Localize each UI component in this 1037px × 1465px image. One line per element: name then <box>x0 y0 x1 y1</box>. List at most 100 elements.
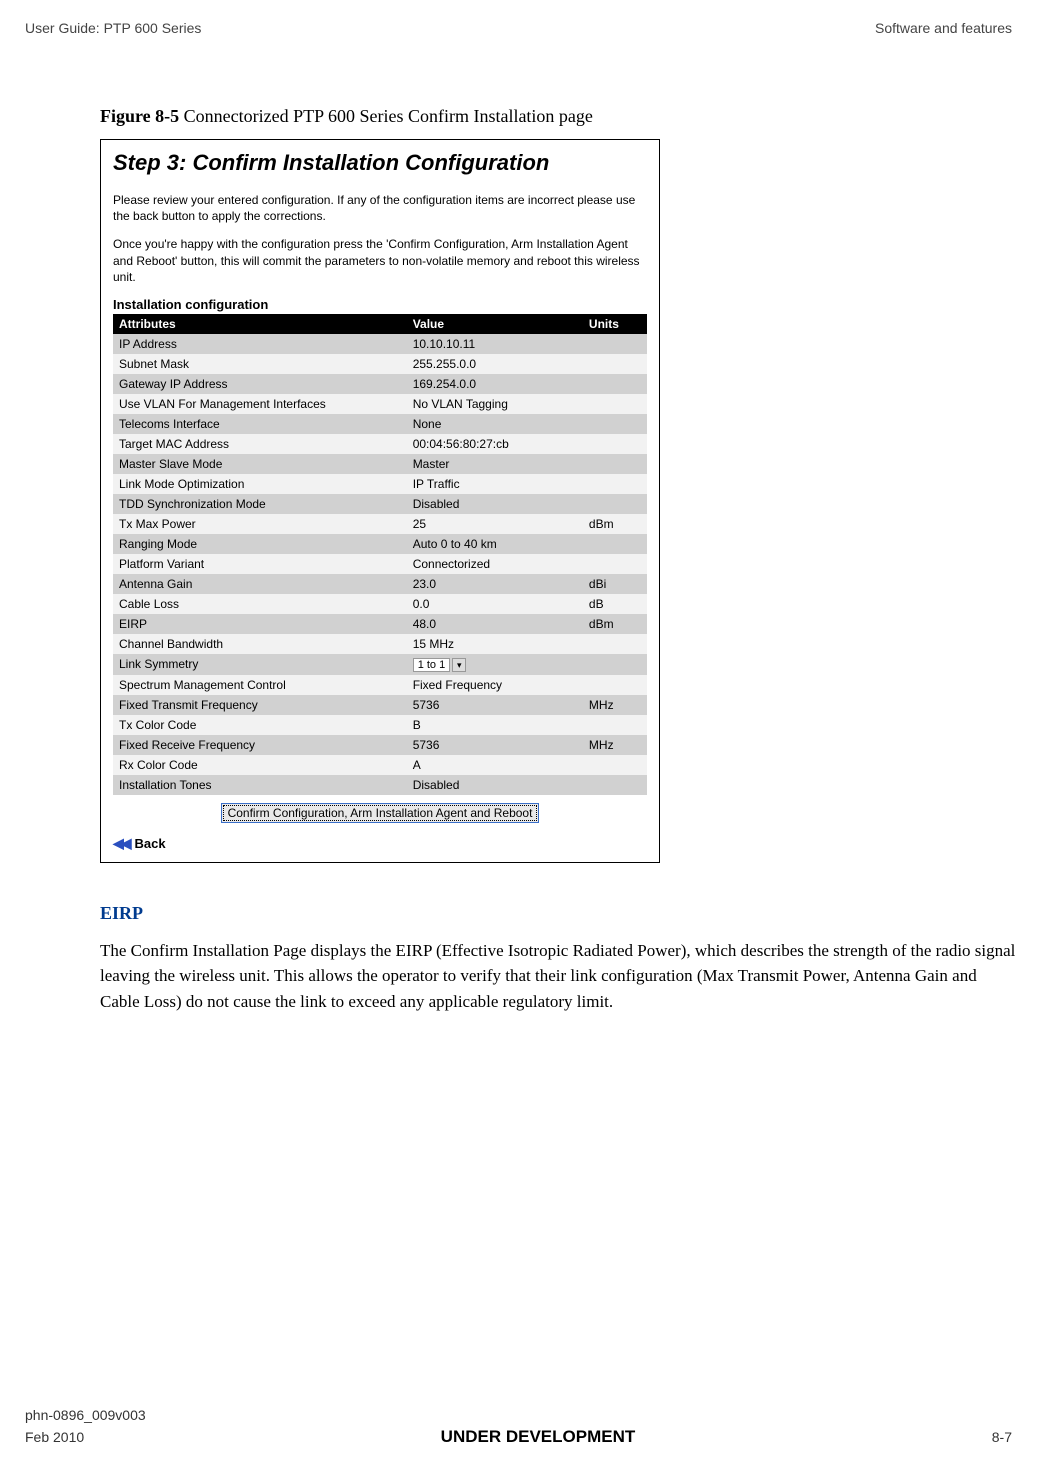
cell-attribute: Link Mode Optimization <box>113 474 407 494</box>
cell-attribute: IP Address <box>113 334 407 354</box>
table-header-row: Attributes Value Units <box>113 314 647 334</box>
table-row: Rx Color CodeA <box>113 755 647 775</box>
cell-attribute: Fixed Transmit Frequency <box>113 695 407 715</box>
cell-value: Fixed Frequency <box>407 675 583 695</box>
cell-unit <box>583 474 647 494</box>
cell-unit: dBm <box>583 614 647 634</box>
page-footer: phn-0896_009v003 Feb 2010 UNDER DEVELOPM… <box>0 1407 1037 1447</box>
cell-unit <box>583 354 647 374</box>
table-row: Installation TonesDisabled <box>113 775 647 795</box>
eirp-heading: EIRP <box>100 903 1037 924</box>
cell-value: No VLAN Tagging <box>407 394 583 414</box>
table-row: Tx Max Power25dBm <box>113 514 647 534</box>
cell-value: 255.255.0.0 <box>407 354 583 374</box>
cell-attribute: Spectrum Management Control <box>113 675 407 695</box>
cell-value: 25 <box>407 514 583 534</box>
cell-value: Disabled <box>407 494 583 514</box>
cell-unit <box>583 414 647 434</box>
cell-unit: dBm <box>583 514 647 534</box>
cell-attribute: Tx Max Power <box>113 514 407 534</box>
config-table: Attributes Value Units IP Address10.10.1… <box>113 314 647 795</box>
cell-value: B <box>407 715 583 735</box>
cell-unit <box>583 755 647 775</box>
cell-value: Master <box>407 454 583 474</box>
cell-unit <box>583 534 647 554</box>
table-row: Cable Loss0.0dB <box>113 594 647 614</box>
table-row: Target MAC Address00:04:56:80:27:cb <box>113 434 647 454</box>
figure-caption: Figure 8-5 Connectorized PTP 600 Series … <box>100 106 1037 127</box>
table-row: Telecoms InterfaceNone <box>113 414 647 434</box>
cell-attribute: Gateway IP Address <box>113 374 407 394</box>
intro-paragraph-1: Please review your entered configuration… <box>113 192 647 224</box>
table-row: Link Symmetry1 to 1▾ <box>113 654 647 675</box>
table-row: Spectrum Management ControlFixed Frequen… <box>113 675 647 695</box>
cell-unit <box>583 494 647 514</box>
table-row: Tx Color CodeB <box>113 715 647 735</box>
confirm-reboot-button[interactable]: Confirm Configuration, Arm Installation … <box>221 803 540 823</box>
cell-attribute: Cable Loss <box>113 594 407 614</box>
cell-value: 23.0 <box>407 574 583 594</box>
footer-doc-id: phn-0896_009v003 <box>25 1407 1012 1423</box>
table-row: Gateway IP Address169.254.0.0 <box>113 374 647 394</box>
cell-unit <box>583 715 647 735</box>
section-label: Installation configuration <box>113 297 647 312</box>
cell-attribute: TDD Synchronization Mode <box>113 494 407 514</box>
cell-value: 169.254.0.0 <box>407 374 583 394</box>
th-value: Value <box>407 314 583 334</box>
cell-value: 0.0 <box>407 594 583 614</box>
table-row: Subnet Mask255.255.0.0 <box>113 354 647 374</box>
cell-attribute: Target MAC Address <box>113 434 407 454</box>
cell-value: 5736 <box>407 695 583 715</box>
cell-unit <box>583 334 647 354</box>
cell-value: A <box>407 755 583 775</box>
cell-value: IP Traffic <box>407 474 583 494</box>
cell-attribute: Platform Variant <box>113 554 407 574</box>
cell-value: 48.0 <box>407 614 583 634</box>
footer-date: Feb 2010 <box>25 1429 84 1445</box>
cell-value: 5736 <box>407 735 583 755</box>
chevron-down-icon[interactable]: ▾ <box>452 658 466 672</box>
cell-attribute: Ranging Mode <box>113 534 407 554</box>
table-row: Link Mode OptimizationIP Traffic <box>113 474 647 494</box>
th-attributes: Attributes <box>113 314 407 334</box>
cell-unit <box>583 634 647 654</box>
table-row: Channel Bandwidth15 MHz <box>113 634 647 654</box>
cell-unit <box>583 675 647 695</box>
table-row: Ranging ModeAuto 0 to 40 km <box>113 534 647 554</box>
th-units: Units <box>583 314 647 334</box>
cell-value[interactable]: 1 to 1▾ <box>407 654 583 675</box>
footer-center: UNDER DEVELOPMENT <box>441 1427 636 1447</box>
cell-attribute: Fixed Receive Frequency <box>113 735 407 755</box>
button-row: Confirm Configuration, Arm Installation … <box>113 795 647 829</box>
cell-unit <box>583 374 647 394</box>
table-row: Antenna Gain23.0dBi <box>113 574 647 594</box>
figure-screenshot: Step 3: Confirm Installation Configurati… <box>100 139 660 863</box>
back-link[interactable]: ◀◀ Back <box>113 835 647 852</box>
cell-unit: MHz <box>583 735 647 755</box>
back-arrow-icon: ◀◀ <box>113 835 129 852</box>
table-row: EIRP48.0dBm <box>113 614 647 634</box>
eirp-paragraph: The Confirm Installation Page displays t… <box>100 938 1017 1015</box>
header-left: User Guide: PTP 600 Series <box>25 20 201 36</box>
header-right: Software and features <box>875 20 1012 36</box>
cell-attribute: Antenna Gain <box>113 574 407 594</box>
table-row: IP Address10.10.10.11 <box>113 334 647 354</box>
cell-attribute: Channel Bandwidth <box>113 634 407 654</box>
cell-unit: dB <box>583 594 647 614</box>
cell-attribute: Subnet Mask <box>113 354 407 374</box>
cell-attribute: Use VLAN For Management Interfaces <box>113 394 407 414</box>
table-row: Use VLAN For Management InterfacesNo VLA… <box>113 394 647 414</box>
table-row: TDD Synchronization ModeDisabled <box>113 494 647 514</box>
cell-attribute: Telecoms Interface <box>113 414 407 434</box>
cell-unit <box>583 394 647 414</box>
cell-unit <box>583 775 647 795</box>
cell-value: 15 MHz <box>407 634 583 654</box>
cell-value: Disabled <box>407 775 583 795</box>
cell-unit: MHz <box>583 695 647 715</box>
cell-value: 00:04:56:80:27:cb <box>407 434 583 454</box>
cell-unit <box>583 554 647 574</box>
cell-attribute: Installation Tones <box>113 775 407 795</box>
step-title: Step 3: Confirm Installation Configurati… <box>113 150 647 176</box>
figure-caption-text: Connectorized PTP 600 Series Confirm Ins… <box>179 106 593 126</box>
intro-paragraph-2: Once you're happy with the configuration… <box>113 236 647 285</box>
